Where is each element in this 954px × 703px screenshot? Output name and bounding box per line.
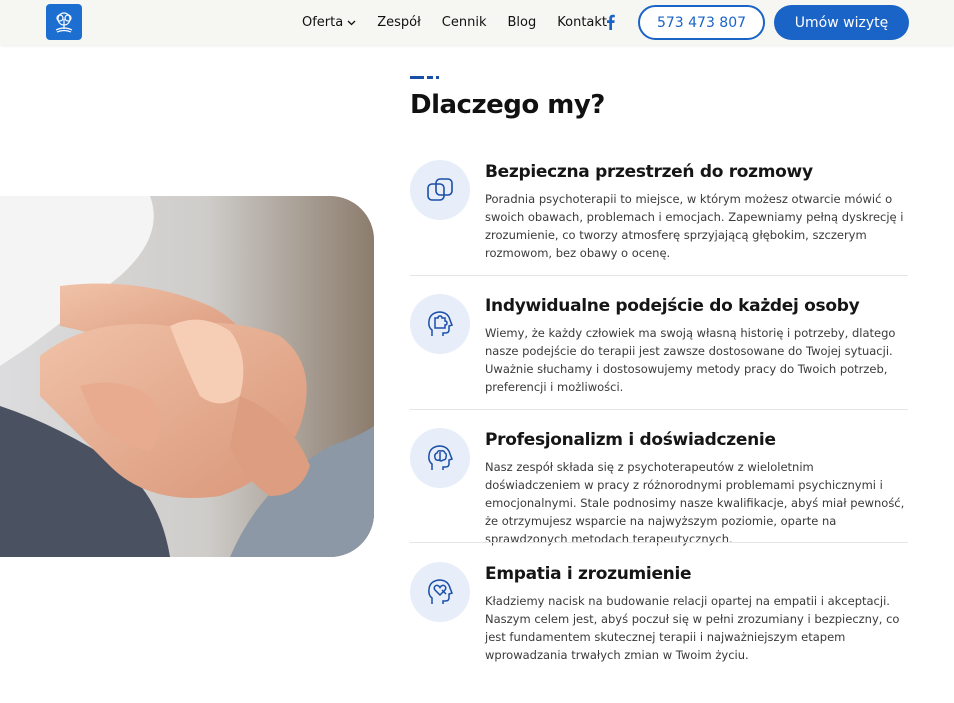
nav-item-label: Blog: [507, 15, 537, 30]
site-header: Oferta Zespół Cennik Blog Kontakt 573 47…: [0, 0, 954, 45]
hands-photo: [0, 196, 374, 557]
logo[interactable]: [46, 4, 82, 40]
chevron-down-icon: [347, 20, 356, 26]
book-appointment-button[interactable]: Umów wizytę: [774, 5, 909, 40]
feature-icon-circle: [410, 428, 470, 488]
feature-item: Bezpieczna przestrzeń do rozmowy Poradni…: [410, 160, 908, 265]
nav-item-oferta[interactable]: Oferta: [302, 15, 356, 30]
feature-title: Empatia i zrozumienie: [485, 564, 692, 584]
overlapping-squares-icon: [427, 178, 453, 201]
phone-number: 573 473 807: [656, 14, 747, 31]
divider: [410, 542, 908, 543]
divider: [410, 275, 908, 276]
brain-head-icon: [428, 445, 453, 470]
nav-item-label: Oferta: [302, 15, 344, 30]
divider: [410, 409, 908, 410]
nav-item-kontakt[interactable]: Kontakt: [557, 15, 607, 30]
feature-title: Bezpieczna przestrzeń do rozmowy: [485, 162, 813, 182]
phone-button[interactable]: 573 473 807: [638, 5, 765, 40]
title-accent: [410, 76, 442, 79]
nav-item-zespol[interactable]: Zespół: [377, 15, 421, 30]
main-nav: Oferta Zespół Cennik Blog Kontakt: [302, 0, 628, 45]
facebook-icon[interactable]: [603, 13, 617, 31]
section-title: Dlaczego my?: [410, 90, 605, 120]
nav-item-label: Cennik: [441, 15, 487, 30]
feature-title: Indywidualne podejście do każdej osoby: [485, 296, 860, 316]
feature-icon-circle: [410, 294, 470, 354]
nav-item-blog[interactable]: Blog: [508, 15, 537, 30]
feature-item: Profesjonalizm i doświadczenie Nasz zesp…: [410, 428, 908, 546]
feature-item: Indywidualne podejście do każdej osoby W…: [410, 294, 908, 399]
feature-icon-circle: [410, 160, 470, 220]
feature-title: Profesjonalizm i doświadczenie: [485, 430, 776, 450]
nav-item-cennik[interactable]: Cennik: [442, 15, 487, 30]
feature-text: Nasz zespół składa się z psychoterapeutó…: [485, 460, 905, 546]
feature-text: Poradnia psychoterapii to miejsce, w któ…: [485, 192, 904, 260]
feature-item: Empatia i zrozumienie Kładziemy nacisk n…: [410, 562, 908, 667]
nav-item-label: Kontakt: [557, 15, 608, 30]
book-button-label: Umów wizytę: [794, 14, 889, 31]
feature-icon-circle: [410, 562, 470, 622]
heart-head-icon: [428, 579, 453, 604]
tree-logo-icon: [55, 12, 73, 33]
puzzle-head-icon: [428, 311, 453, 336]
nav-item-label: Zespół: [377, 15, 421, 30]
feature-text: Wiemy, że każdy człowiek ma swoją własną…: [485, 326, 896, 394]
feature-text: Kładziemy nacisk na budowanie relacji op…: [485, 594, 900, 662]
